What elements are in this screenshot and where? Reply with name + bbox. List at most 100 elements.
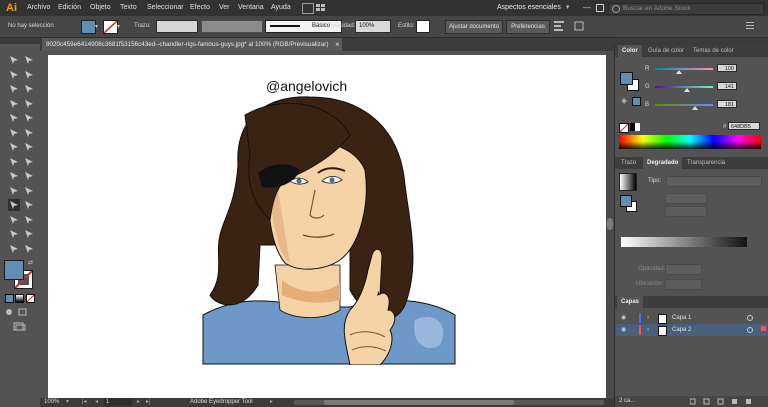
minimize-icon[interactable]: — [583, 2, 591, 14]
zoom-tool-icon[interactable] [23, 243, 35, 255]
web-safe-swatch[interactable] [632, 97, 641, 106]
swap-fill-stroke-icon[interactable]: ⇄ [28, 259, 33, 266]
horizontal-scroll-thumb[interactable] [324, 400, 514, 405]
transform-icon[interactable] [574, 21, 584, 31]
gradient-preview[interactable] [619, 173, 637, 191]
eye-icon[interactable]: ◉ [621, 312, 626, 324]
next-artboard-icon[interactable]: ▸ [137, 398, 140, 407]
none-mode-icon[interactable] [26, 294, 35, 303]
menu-seleccionar[interactable]: Seleccionar [147, 0, 184, 16]
gradient-mode-icon[interactable] [15, 294, 24, 303]
gradient-angle-field[interactable] [665, 193, 707, 204]
align-icon[interactable] [554, 20, 564, 31]
expand-arrow-icon[interactable]: › [647, 324, 649, 336]
bridge-icon[interactable] [302, 3, 314, 14]
gradient-location-field[interactable] [665, 279, 702, 290]
shape-builder-tool-icon[interactable] [8, 170, 20, 182]
color-spectrum[interactable] [619, 135, 761, 149]
blend-tool-icon[interactable] [23, 199, 35, 211]
gradient-opacity-field[interactable] [665, 264, 702, 275]
column-graph-tool-icon[interactable] [23, 214, 35, 226]
white-swatch[interactable] [635, 123, 640, 131]
preferences-button[interactable]: Preferencias [506, 20, 550, 34]
direct-selection-tool-icon[interactable] [23, 54, 35, 66]
zoom-field[interactable]: 100% [44, 398, 59, 407]
maximize-icon[interactable] [596, 4, 604, 12]
perspective-tool-icon[interactable] [23, 170, 35, 182]
free-transform-tool-icon[interactable] [23, 156, 35, 168]
channel-b-field[interactable]: 181 [717, 100, 737, 108]
menu-ver[interactable]: Ver [219, 0, 230, 16]
fill-swatch[interactable] [81, 20, 96, 34]
draw-mode-icon[interactable] [5, 308, 14, 316]
symbol-sprayer-tool-icon[interactable] [8, 214, 20, 226]
gradient-aspect-field[interactable] [665, 206, 707, 217]
channel-g-pointer[interactable] [684, 88, 690, 92]
channel-r-field[interactable]: 100 [717, 64, 737, 72]
out-of-gamut-icon[interactable]: ◈ [621, 96, 627, 105]
chevron-down-icon[interactable]: ▾ [117, 23, 120, 30]
channel-r-slider[interactable] [655, 68, 713, 70]
pen-tool-icon[interactable] [8, 83, 20, 95]
chevron-down-icon[interactable]: ▾ [95, 23, 98, 30]
change-screen-mode-icon[interactable] [13, 322, 26, 331]
layer-name[interactable]: Capa 1 [672, 312, 691, 324]
eraser-tool-icon[interactable] [23, 127, 35, 139]
portrait-illustration[interactable] [200, 95, 460, 366]
tab-gradient[interactable]: Degradado [643, 157, 683, 169]
menu-texto[interactable]: Texto [120, 0, 137, 16]
document-tab[interactable]: 8020c459e6414908c3681f53156c43ed--chandl… [42, 38, 342, 51]
menu-efecto[interactable]: Efecto [190, 0, 210, 16]
menu-objeto[interactable]: Objeto [90, 0, 111, 16]
eye-icon[interactable]: ◉ [621, 324, 626, 336]
eyedropper-tool-icon[interactable] [8, 199, 20, 211]
width-tool-icon[interactable] [8, 156, 20, 168]
menu-ayuda[interactable]: Ayuda [271, 0, 291, 16]
channel-b-pointer[interactable] [692, 106, 698, 110]
close-tab-icon[interactable]: × [335, 38, 343, 51]
rotate-tool-icon[interactable] [8, 141, 20, 153]
color-mode-icon[interactable] [5, 294, 14, 303]
layer-name[interactable]: Capa 2 [672, 324, 691, 336]
horizontal-scrollbar[interactable] [294, 400, 604, 405]
stroke-weight-field[interactable] [156, 20, 198, 33]
tab-color-guide[interactable]: Guía de color [644, 45, 688, 57]
channel-g-field[interactable]: 141 [717, 82, 737, 90]
gradient-type-select[interactable] [666, 176, 762, 187]
shaper-tool-icon[interactable] [8, 127, 20, 139]
status-menu-arrow-icon[interactable]: ▸ [270, 398, 273, 407]
gradient-slider[interactable] [621, 237, 747, 247]
stroke-swatch[interactable] [103, 20, 118, 34]
previous-artboard-icon[interactable]: ◂ [95, 398, 98, 407]
arrange-documents-icon[interactable] [316, 4, 326, 12]
channel-r-pointer[interactable] [676, 70, 682, 74]
layer-row[interactable]: ◉ › Capa 2 [616, 324, 768, 336]
artboard-tool-icon[interactable] [8, 228, 20, 240]
menu-edicion[interactable]: Edición [58, 0, 81, 16]
layer-target-icon[interactable] [747, 315, 753, 321]
screen-mode-icon[interactable] [18, 308, 27, 316]
menu-ventana[interactable]: Ventana [238, 0, 264, 16]
first-artboard-icon[interactable]: |◂ [82, 398, 87, 407]
tab-layers[interactable]: Capas [617, 296, 644, 308]
fill-color-box[interactable] [4, 260, 24, 280]
variable-width-profile[interactable] [201, 20, 263, 33]
artboard-number-field[interactable]: 1 [104, 398, 132, 406]
layer-target-icon[interactable] [747, 327, 753, 333]
mesh-tool-icon[interactable] [8, 185, 20, 197]
chevron-down-icon[interactable]: ▾ [66, 398, 69, 407]
gradient-tool-icon[interactable] [23, 185, 35, 197]
tab-color[interactable]: Color [618, 45, 642, 57]
graphic-style-swatch[interactable] [416, 20, 430, 33]
vertical-scroll-thumb[interactable] [607, 218, 613, 230]
layer-row[interactable]: ◉ › Capa 1 [616, 312, 768, 324]
tab-stroke[interactable]: Trazo [617, 157, 640, 169]
scale-tool-icon[interactable] [23, 141, 35, 153]
workspace-switcher[interactable]: Aspectos esenciales ▾ [497, 2, 581, 14]
line-tool-icon[interactable] [23, 98, 35, 110]
last-artboard-icon[interactable]: ▸| [146, 398, 151, 407]
document-setup-button[interactable]: Ajustar documento [445, 20, 503, 34]
tab-transparency[interactable]: Transparencia [683, 157, 729, 169]
rectangle-tool-icon[interactable] [8, 112, 20, 124]
color-panel-fill[interactable] [620, 72, 633, 85]
